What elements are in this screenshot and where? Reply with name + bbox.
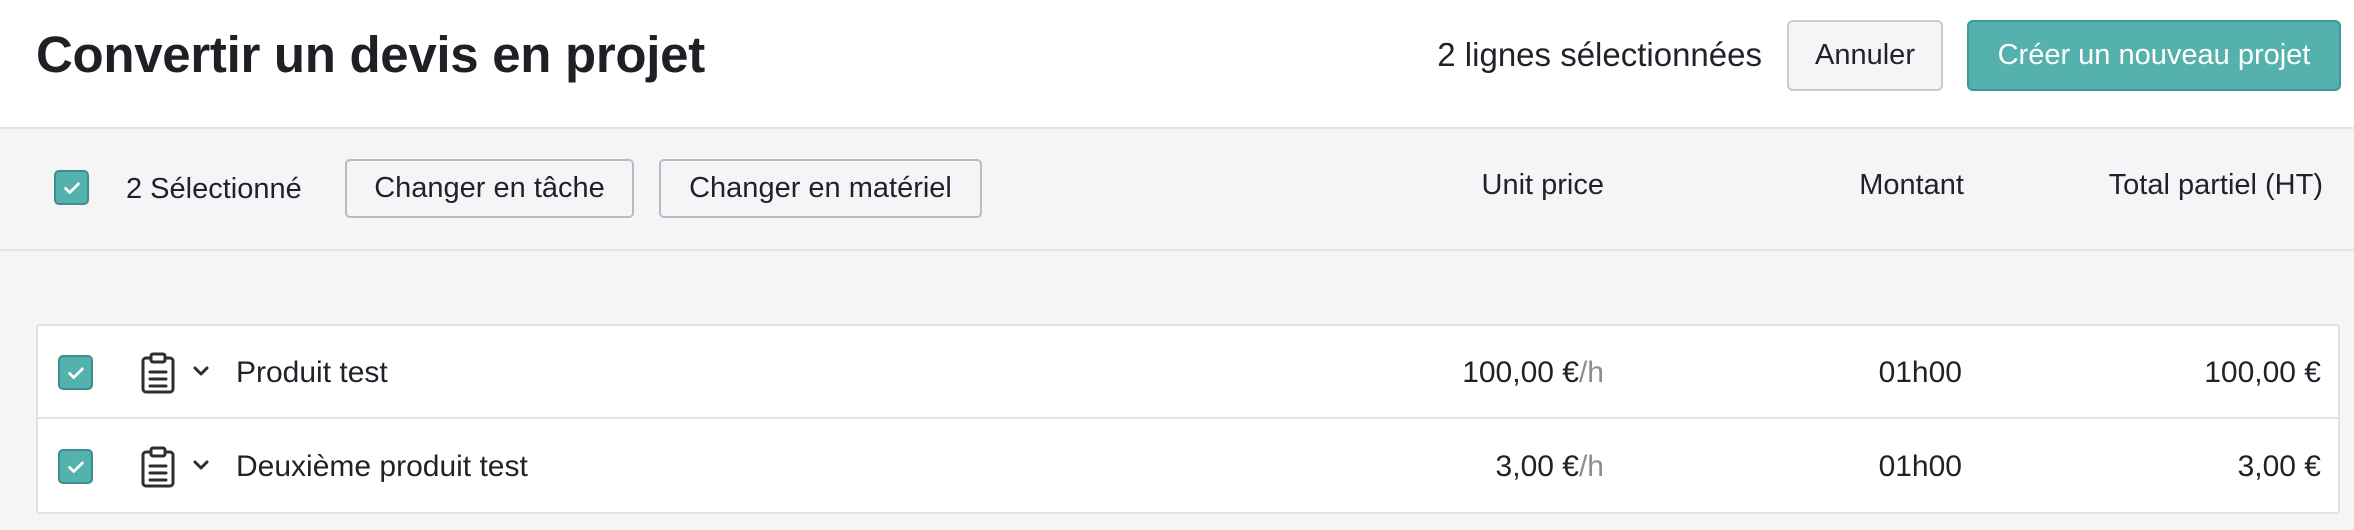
row-name: Deuxième produit test xyxy=(236,450,528,483)
unit-price-suffix: /h xyxy=(1578,450,1604,483)
change-to-task-button[interactable]: Changer en tâche xyxy=(345,159,634,218)
selection-toolbar: 2 Sélectionné Changer en tâche Changer e… xyxy=(0,129,2354,251)
selected-lines-count: 2 lignes sélectionnées xyxy=(1437,36,1762,73)
unit-price-value: 100,00 € xyxy=(1462,356,1579,389)
row-subtotal: 3,00 € xyxy=(2237,450,2321,483)
create-project-button[interactable]: Créer un nouveau projet xyxy=(1967,20,2341,91)
row-checkbox[interactable] xyxy=(58,449,93,484)
row-checkbox[interactable] xyxy=(58,355,93,390)
row-name: Produit test xyxy=(236,356,388,389)
column-header-unit-price: Unit price xyxy=(1481,169,1605,201)
clipboard-icon xyxy=(141,446,175,488)
clipboard-icon xyxy=(141,352,175,394)
table-row[interactable]: Deuxième produit test 3,00 €/h 01h00 3,0… xyxy=(38,420,2338,513)
chevron-down-icon[interactable] xyxy=(192,364,210,378)
page-title: Convertir un devis en projet xyxy=(36,26,705,83)
column-header-subtotal: Total partiel (HT) xyxy=(2108,169,2323,201)
check-icon xyxy=(67,461,84,473)
unit-price-value: 3,00 € xyxy=(1495,450,1579,483)
row-unit-price: 100,00 €/h xyxy=(1462,353,1604,393)
check-icon xyxy=(63,182,80,194)
row-amount: 01h00 xyxy=(1878,450,1962,483)
change-to-material-button[interactable]: Changer en matériel xyxy=(659,159,982,218)
check-icon xyxy=(67,367,84,379)
quote-lines-table: Produit test 100,00 €/h 01h00 100,00 € D… xyxy=(36,324,2340,514)
selected-count-label: 2 Sélectionné xyxy=(126,173,302,205)
select-all-checkbox[interactable] xyxy=(54,170,89,205)
row-amount: 01h00 xyxy=(1878,356,1962,389)
unit-price-suffix: /h xyxy=(1578,356,1604,389)
table-row[interactable]: Produit test 100,00 €/h 01h00 100,00 € xyxy=(38,326,2338,419)
cancel-button[interactable]: Annuler xyxy=(1787,20,1943,91)
row-unit-price: 3,00 €/h xyxy=(1496,447,1604,487)
chevron-down-icon[interactable] xyxy=(192,458,210,472)
column-header-amount: Montant xyxy=(1859,169,1964,201)
row-subtotal: 100,00 € xyxy=(2204,356,2321,389)
page-header: Convertir un devis en projet 2 lignes sé… xyxy=(0,0,2354,129)
